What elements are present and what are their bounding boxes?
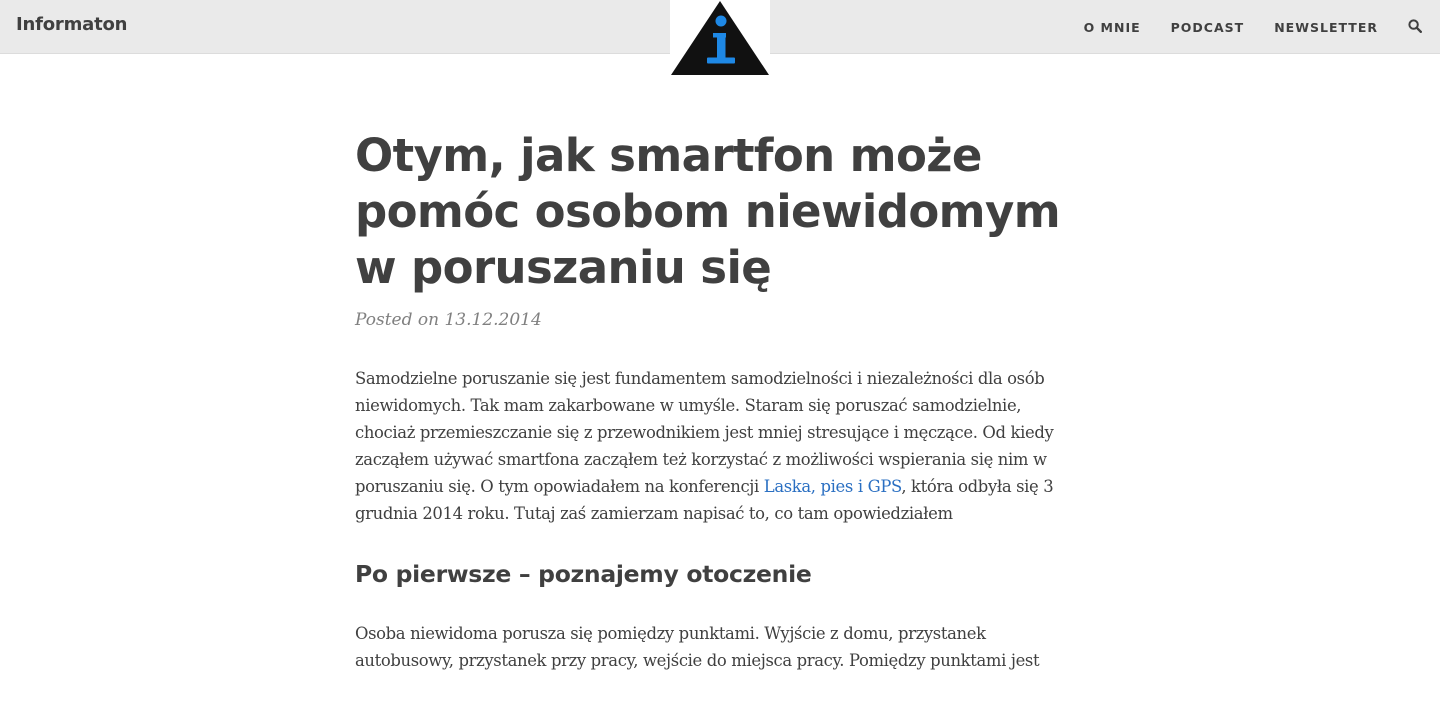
post-title: Otym, jak smartfon może pomóc osobom nie… [355, 129, 1061, 294]
nav-link-newsletter[interactable]: NEWSLETTER [1274, 20, 1378, 35]
search-icon-graphic [1408, 19, 1422, 33]
section-heading: Po pierwsze – poznajemy otoczenie [355, 560, 812, 588]
site-logo[interactable] [670, 0, 770, 76]
info-triangle-logo-icon [671, 1, 769, 75]
paragraph-intro: Samodzielne poruszanie się jest fundamen… [355, 365, 1085, 527]
brand-link[interactable]: Informaton [16, 14, 127, 35]
conference-link[interactable]: Laska, pies i GPS [764, 477, 902, 496]
post-date: Posted on 13.12.2014 [355, 310, 542, 330]
paragraph-second: Osoba niewidoma porusza się pomiędzy pun… [355, 624, 1040, 670]
post-body: Samodzielne poruszanie się jest fundamen… [355, 365, 1085, 674]
blog-post: Otym, jak smartfon może pomóc osobom nie… [355, 128, 1085, 674]
nav-link-podcast[interactable]: PODCAST [1171, 20, 1245, 35]
nav-links: O MNIE PODCAST NEWSLETTER [1084, 0, 1440, 54]
nav-link-o-mnie[interactable]: O MNIE [1084, 20, 1141, 35]
search-icon[interactable] [1408, 19, 1424, 35]
